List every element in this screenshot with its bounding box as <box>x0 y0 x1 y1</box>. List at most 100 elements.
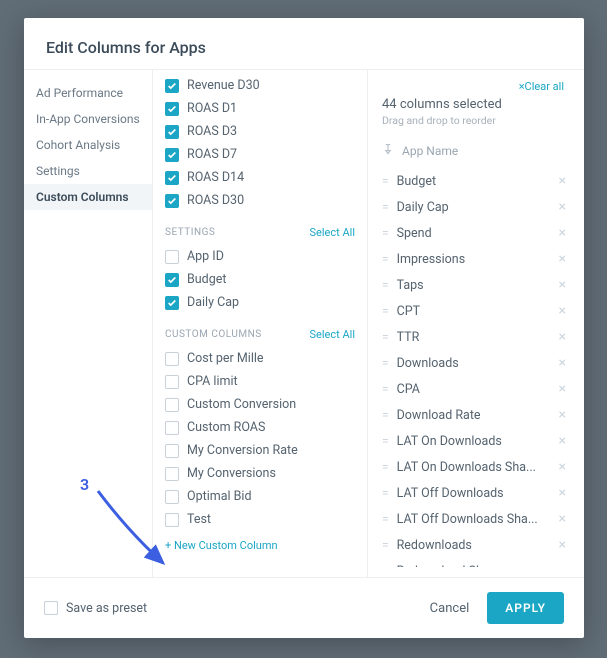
remove-column-icon[interactable]: × <box>555 563 570 567</box>
selected-column-row[interactable]: =Budget× <box>382 168 570 194</box>
remove-column-icon[interactable]: × <box>555 277 570 293</box>
nav-item[interactable]: Ad Performance <box>24 80 152 106</box>
checkbox[interactable] <box>165 490 179 504</box>
save-preset-checkbox[interactable] <box>44 601 58 615</box>
selected-column-row[interactable]: =CPT× <box>382 298 570 324</box>
drag-handle-icon[interactable]: = <box>382 252 387 266</box>
column-option[interactable]: Custom Conversion <box>153 393 367 416</box>
cancel-button[interactable]: Cancel <box>424 593 476 624</box>
column-option[interactable]: Cost per Mille <box>153 347 367 370</box>
column-option[interactable]: ROAS D1 <box>153 97 367 120</box>
column-option[interactable]: ROAS D14 <box>153 166 367 189</box>
nav-item[interactable]: Cohort Analysis <box>24 132 152 158</box>
column-option[interactable]: My Conversions <box>153 462 367 485</box>
checkbox[interactable] <box>165 513 179 527</box>
remove-column-icon[interactable]: × <box>555 485 570 501</box>
column-option[interactable]: Optimal Bid <box>153 485 367 508</box>
checkbox[interactable] <box>165 352 179 366</box>
column-option[interactable]: CPA limit <box>153 370 367 393</box>
checkbox[interactable] <box>165 375 179 389</box>
drag-handle-icon[interactable]: = <box>382 538 387 552</box>
column-option-label: Budget <box>187 272 226 287</box>
checkbox[interactable] <box>165 79 179 93</box>
column-option[interactable]: ROAS D3 <box>153 120 367 143</box>
selected-column-row[interactable]: =LAT Off Downloads× <box>382 480 570 506</box>
drag-handle-icon[interactable]: = <box>382 200 387 214</box>
selected-column-row[interactable]: =Impressions× <box>382 246 570 272</box>
selected-column-row[interactable]: =LAT On Downloads× <box>382 428 570 454</box>
checkbox[interactable] <box>165 398 179 412</box>
remove-column-icon[interactable]: × <box>555 329 570 345</box>
checkbox[interactable] <box>165 444 179 458</box>
drag-handle-icon[interactable]: = <box>382 174 387 188</box>
checkbox[interactable] <box>165 250 179 264</box>
selected-column-row[interactable]: =Redownloads× <box>382 532 570 558</box>
column-option[interactable]: My Conversion Rate <box>153 439 367 462</box>
nav-item[interactable]: In-App Conversions <box>24 106 152 132</box>
selected-column-row[interactable]: =LAT On Downloads Sha...× <box>382 454 570 480</box>
save-as-preset[interactable]: Save as preset <box>44 601 147 616</box>
column-option[interactable]: ROAS D30 <box>153 189 367 212</box>
checkbox[interactable] <box>165 102 179 116</box>
drag-handle-icon[interactable]: = <box>382 512 387 526</box>
checkbox[interactable] <box>165 194 179 208</box>
column-option[interactable]: Budget <box>153 268 367 291</box>
remove-column-icon[interactable]: × <box>555 173 570 189</box>
checkbox[interactable] <box>165 421 179 435</box>
drag-handle-icon[interactable]: = <box>382 408 387 422</box>
column-option[interactable]: Test <box>153 508 367 531</box>
remove-column-icon[interactable]: × <box>555 303 570 319</box>
drag-handle-icon[interactable]: = <box>382 564 387 567</box>
column-option-label: App ID <box>187 249 224 264</box>
drag-handle-icon[interactable]: = <box>382 330 387 344</box>
checkbox[interactable] <box>165 148 179 162</box>
drag-handle-icon[interactable]: = <box>382 304 387 318</box>
checkbox[interactable] <box>165 171 179 185</box>
drag-handle-icon[interactable]: = <box>382 382 387 396</box>
selected-column-row[interactable]: =Daily Cap× <box>382 194 570 220</box>
checkbox[interactable] <box>165 296 179 310</box>
checkbox[interactable] <box>165 125 179 139</box>
drag-handle-icon[interactable]: = <box>382 226 387 240</box>
remove-column-icon[interactable]: × <box>555 511 570 527</box>
selected-column-row[interactable]: =CPA× <box>382 376 570 402</box>
select-all-button[interactable]: Select All <box>310 328 355 341</box>
clear-all-button[interactable]: ×Clear all <box>519 80 580 93</box>
column-option[interactable]: ROAS D7 <box>153 143 367 166</box>
apply-button[interactable]: APPLY <box>487 592 564 624</box>
selected-column-row[interactable]: =LAT Off Downloads Sha...× <box>382 506 570 532</box>
column-option[interactable]: Revenue D30 <box>153 74 367 97</box>
remove-column-icon[interactable]: × <box>555 407 570 423</box>
remove-column-icon[interactable]: × <box>555 251 570 267</box>
drag-handle-icon[interactable]: = <box>382 356 387 370</box>
select-all-button[interactable]: Select All <box>310 226 355 239</box>
selected-column-row[interactable]: =TTR× <box>382 324 570 350</box>
pin-icon <box>382 143 394 158</box>
column-option[interactable]: App ID <box>153 245 367 268</box>
selected-columns-list[interactable]: =Budget×=Daily Cap×=Spend×=Impressions×=… <box>382 168 580 567</box>
nav-item[interactable]: Settings <box>24 158 152 184</box>
remove-column-icon[interactable]: × <box>555 225 570 241</box>
drag-handle-icon[interactable]: = <box>382 278 387 292</box>
remove-column-icon[interactable]: × <box>555 459 570 475</box>
selected-column-row[interactable]: =Taps× <box>382 272 570 298</box>
column-option[interactable]: Daily Cap <box>153 291 367 314</box>
selected-column-row[interactable]: =Spend× <box>382 220 570 246</box>
drag-handle-icon[interactable]: = <box>382 460 387 474</box>
remove-column-icon[interactable]: × <box>555 199 570 215</box>
remove-column-icon[interactable]: × <box>555 433 570 449</box>
column-picker[interactable]: Revenue D30ROAS D1ROAS D3ROAS D7ROAS D14… <box>152 70 368 577</box>
remove-column-icon[interactable]: × <box>555 355 570 371</box>
new-custom-column-button[interactable]: + New Custom Column <box>153 531 367 556</box>
selected-column-row[interactable]: =Download Rate× <box>382 402 570 428</box>
checkbox[interactable] <box>165 273 179 287</box>
nav-item[interactable]: Custom Columns <box>24 184 152 210</box>
drag-handle-icon[interactable]: = <box>382 486 387 500</box>
selected-column-row[interactable]: =Downloads× <box>382 350 570 376</box>
remove-column-icon[interactable]: × <box>555 381 570 397</box>
selected-column-row[interactable]: =Redownload Share× <box>382 558 570 567</box>
checkbox[interactable] <box>165 467 179 481</box>
drag-handle-icon[interactable]: = <box>382 434 387 448</box>
column-option[interactable]: Custom ROAS <box>153 416 367 439</box>
remove-column-icon[interactable]: × <box>555 537 570 553</box>
